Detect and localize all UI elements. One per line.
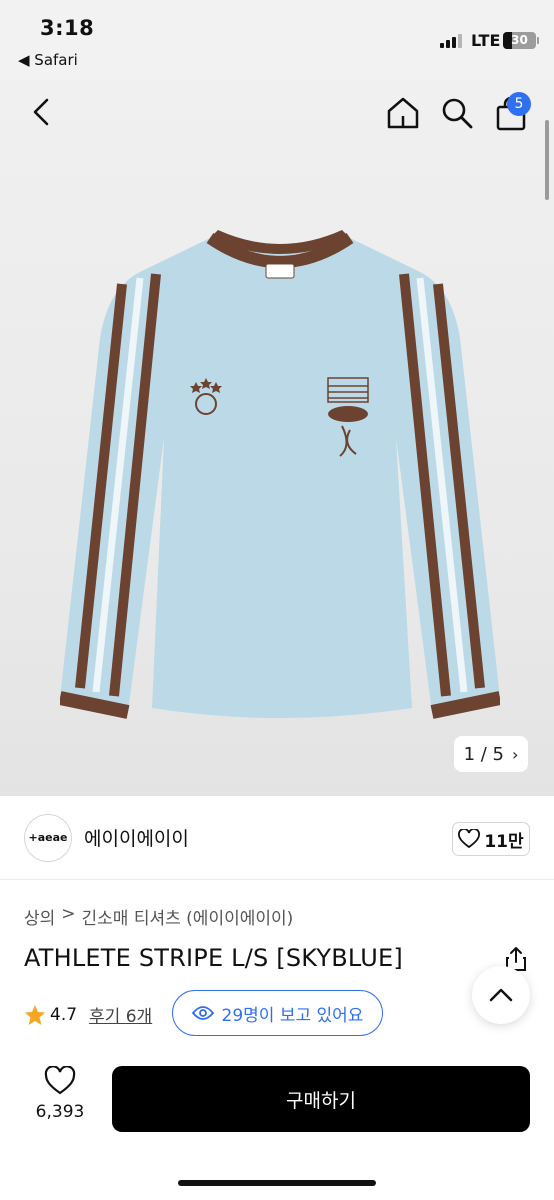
wishlist-count: 6,393 <box>35 1102 85 1122</box>
chevron-up-icon <box>489 988 513 1002</box>
star-icon <box>25 1004 45 1025</box>
rating: 4.7 후기 6개 <box>24 1002 152 1027</box>
breadcrumb-separator: > <box>61 904 76 924</box>
breadcrumb: 상의 > 긴소매 티셔츠 (에이이에이이) <box>24 904 293 929</box>
search-button[interactable] <box>438 94 476 132</box>
buy-button[interactable]: 구매하기 <box>112 1066 530 1132</box>
back-button[interactable] <box>24 92 60 132</box>
product-image-shirt[interactable] <box>60 228 500 720</box>
chevron-right-icon: › <box>512 744 519 764</box>
scroll-to-top-button[interactable] <box>472 966 530 1024</box>
wishlist-button[interactable]: 6,393 <box>26 1065 94 1122</box>
home-indicator <box>178 1180 376 1186</box>
brand-logo[interactable]: +aeae <box>24 814 72 862</box>
signal-icon <box>440 34 462 48</box>
product-title: ATHLETE STRIPE L/S [SKYBLUE] <box>24 944 403 972</box>
network-label: LTE <box>471 31 501 50</box>
rating-score: 4.7 <box>50 1004 78 1025</box>
viewers-badge[interactable]: 29명이 보고 있어요 <box>172 990 383 1036</box>
chevron-left-icon <box>33 98 49 126</box>
reviews-link[interactable]: 후기 6개 <box>89 1002 152 1027</box>
brand-like-count: 11만 <box>484 831 524 852</box>
search-icon <box>442 98 473 129</box>
pager-label: 1 / 5 <box>463 743 504 765</box>
cart-count-badge: 5 <box>507 92 531 116</box>
breadcrumb-subcategory[interactable]: 긴소매 티셔츠 (에이이에이이) <box>82 904 294 929</box>
eye-icon <box>191 1006 214 1020</box>
status-time: 3:18 <box>40 16 95 40</box>
back-to-safari-link[interactable]: ◀ Safari <box>18 51 78 69</box>
scrollbar[interactable] <box>545 120 549 200</box>
battery-level: 30 <box>511 33 528 47</box>
viewers-label: 29명이 보고 있어요 <box>221 1005 364 1026</box>
battery-cap <box>537 37 539 44</box>
battery-icon: 30 <box>503 32 536 49</box>
gallery-pager[interactable]: 1 / 5 › <box>454 736 528 772</box>
brand-name[interactable]: 에이이에이이 <box>84 824 189 851</box>
heart-icon <box>44 1065 76 1095</box>
home-icon <box>387 97 419 129</box>
heart-icon <box>458 829 481 849</box>
status-bar: 3:18 ◀ Safari LTE 30 <box>0 0 554 80</box>
brand-like-button[interactable]: 11만 <box>452 822 530 856</box>
home-button[interactable] <box>384 94 422 132</box>
breadcrumb-category[interactable]: 상의 <box>24 904 55 929</box>
